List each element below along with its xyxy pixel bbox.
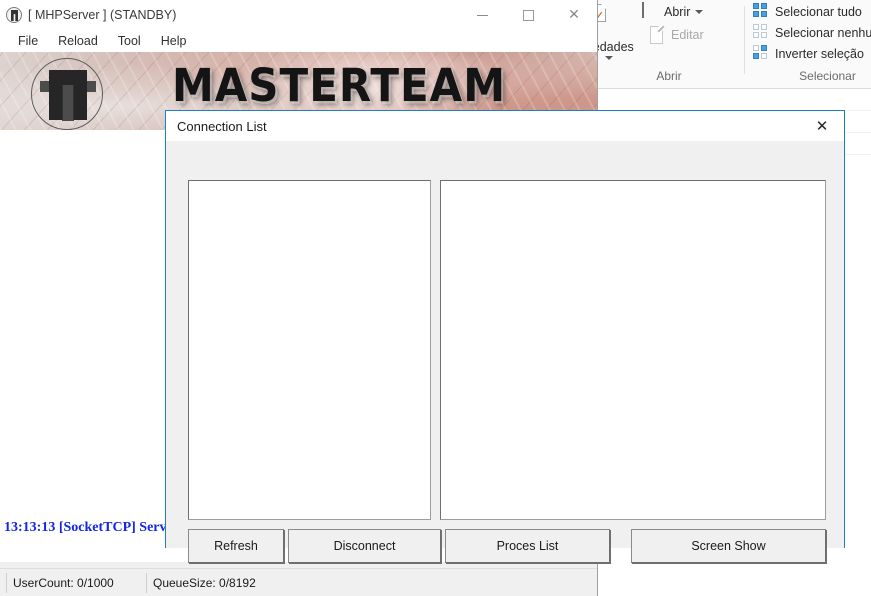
connection-list-dialog: Connection List ✕ Refresh Disconnect Pro… [165, 110, 845, 563]
chevron-down-icon[interactable] [695, 9, 704, 14]
status-queuesize: QueueSize: 0/8192 [146, 572, 594, 593]
ribbon-item-inverter-selecao[interactable]: Inverter seleção [753, 45, 864, 62]
ribbon-item-editar[interactable]: Editar [649, 25, 704, 44]
masterteam-logo-icon [31, 58, 103, 130]
ribbon-abrir-label: Abrir [664, 4, 691, 19]
mhpserver-titlebar[interactable]: [ MHPServer ] (STANDBY) ✕ [0, 0, 597, 30]
ribbon-propriedades-caret[interactable] [600, 56, 613, 60]
status-usercount: UserCount: 0/1000 [6, 572, 142, 593]
ribbon-inverter-selecao-label: Inverter seleção [775, 46, 864, 61]
dialog-title: Connection List [177, 118, 267, 134]
select-all-icon [753, 3, 770, 20]
menu-item-tool[interactable]: Tool [108, 32, 151, 50]
proces-list-button[interactable]: Proces List [445, 529, 610, 563]
ribbon-group-abrir: ✓ iedades Abrir Editar Abrir [590, 0, 745, 88]
close-button[interactable]: ✕ [551, 0, 597, 30]
disconnect-button[interactable]: Disconnect [288, 529, 441, 563]
open-icon [642, 2, 659, 20]
details-listbox[interactable] [440, 180, 826, 520]
invert-selection-icon [753, 45, 770, 62]
log-line: 13:13:13 [SocketTCP] Serv [4, 520, 167, 535]
ribbon-visible-groups: ✓ iedades Abrir Editar Abrir Selecionar … [590, 0, 871, 88]
refresh-button[interactable]: Refresh [188, 529, 284, 563]
screen: ✓ iedades Abrir Editar Abrir Selecionar … [0, 0, 871, 596]
ribbon-item-selecionar-tudo[interactable]: Selecionar tudo [753, 3, 862, 20]
statusbar: UserCount: 0/1000 QueueSize: 0/8192 [0, 568, 597, 596]
ribbon-group-label-abrir: Abrir [656, 69, 682, 83]
close-icon: ✕ [815, 116, 829, 135]
chevron-down-icon [605, 56, 613, 60]
dialog-titlebar[interactable]: Connection List ✕ [166, 111, 844, 141]
window-title: [ MHPServer ] (STANDBY) [28, 8, 177, 22]
ribbon-group-label-selecionar: Selecionar [799, 69, 856, 83]
connections-listbox[interactable] [188, 180, 431, 520]
screen-show-button[interactable]: Screen Show [631, 529, 826, 563]
minimize-icon [476, 14, 488, 16]
mhpserver-icon [6, 7, 22, 23]
menu-item-help[interactable]: Help [151, 32, 197, 50]
close-icon: ✕ [568, 7, 580, 23]
edit-icon [649, 25, 666, 44]
ribbon-selecionar-tudo-label: Selecionar tudo [775, 4, 862, 19]
dialog-body: Refresh Disconnect Proces List Screen Sh… [166, 141, 844, 563]
menubar: File Reload Tool Help [0, 30, 597, 52]
maximize-button[interactable] [505, 0, 551, 30]
ribbon-item-selecionar-nenhum[interactable]: Selecionar nenhum [753, 24, 871, 41]
ribbon-item-abrir[interactable]: Abrir [642, 2, 704, 20]
menu-item-file[interactable]: File [8, 32, 48, 50]
ribbon-group-selecionar: Selecionar tudo Selecionar nenhum Invert… [745, 0, 871, 88]
maximize-icon [522, 9, 534, 21]
dialog-close-button[interactable]: ✕ [800, 111, 844, 140]
menu-item-reload[interactable]: Reload [48, 32, 108, 50]
banner-title: MASTERTEAM [172, 59, 506, 112]
ribbon-editar-label: Editar [671, 27, 704, 42]
select-none-icon [753, 24, 770, 41]
ribbon-selecionar-nenhum-label: Selecionar nenhum [775, 25, 871, 40]
minimize-button[interactable] [459, 0, 505, 30]
